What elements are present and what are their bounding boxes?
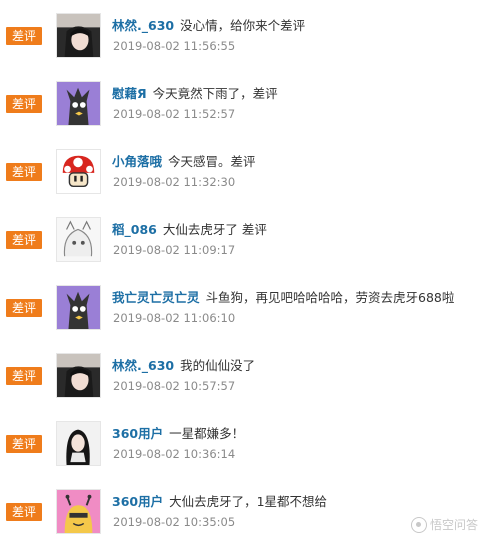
comment-text: 一星都嫌多！ — [169, 426, 245, 441]
comment-row: 差评 稻_086 大仙去虎牙了 差评 2019-08-02 11:09:17 — [0, 209, 486, 269]
comment-timestamp: 2019-08-02 11:52:57 — [113, 107, 236, 121]
girl-avatar-icon[interactable] — [56, 421, 101, 466]
negative-review-badge: 差评 — [6, 367, 42, 385]
purple-monster-avatar-icon[interactable] — [56, 81, 101, 126]
comment-timestamp: 2019-08-02 10:36:14 — [113, 447, 236, 461]
username-link[interactable]: 小角落哦 — [112, 154, 162, 169]
wukong-logo-icon — [410, 517, 427, 533]
comment-row: 差评 林然._630 没心情，给你来个差评 2019-08-02 11:56:55 — [0, 5, 486, 65]
username-link[interactable]: 慰藉Я — [112, 86, 147, 101]
comment-timestamp: 2019-08-02 10:57:57 — [113, 379, 236, 393]
watermark: 悟空问答 — [410, 516, 478, 533]
comment-text: 没心情，给你来个差评 — [180, 18, 306, 33]
watermark-text: 悟空问答 — [429, 517, 478, 532]
username-link[interactable]: 林然._630 — [112, 18, 174, 33]
comment-timestamp: 2019-08-02 11:09:17 — [113, 243, 236, 257]
comment-row: 差评 小角落哦 今天感冒。差评 2019-08-02 11:32:30 — [0, 141, 486, 201]
comment-text: 我的仙仙没了 — [180, 358, 256, 373]
username-link[interactable]: 360用户 — [112, 494, 163, 509]
negative-review-badge: 差评 — [6, 299, 42, 317]
negative-review-badge: 差评 — [6, 231, 42, 249]
negative-review-badge: 差评 — [6, 95, 42, 113]
sketch-avatar-icon[interactable] — [56, 217, 101, 262]
purple-monster-avatar-icon[interactable] — [56, 285, 101, 330]
photo-avatar-icon[interactable] — [56, 13, 101, 58]
negative-review-badge: 差评 — [6, 435, 42, 453]
comment-text: 斗鱼狗，再见吧哈哈哈哈，劳资去虎牙688啦 — [205, 290, 455, 305]
negative-review-badge: 差评 — [6, 503, 42, 521]
comment-timestamp: 2019-08-02 10:35:05 — [113, 515, 236, 529]
username-link[interactable]: 林然._630 — [112, 358, 174, 373]
comment-row: 差评 360用户 一星都嫌多！ 2019-08-02 10:36:14 — [0, 413, 486, 473]
negative-review-badge: 差评 — [6, 27, 42, 45]
comment-timestamp: 2019-08-02 11:32:30 — [113, 175, 236, 189]
pink-character-avatar-icon[interactable] — [56, 489, 101, 534]
comment-row: 差评 我亡灵亡灵亡灵 斗鱼狗，再见吧哈哈哈哈，劳资去虎牙688啦 2019-08-… — [0, 277, 486, 337]
comment-text: 今天感冒。差评 — [168, 154, 256, 169]
negative-review-badge: 差评 — [6, 163, 42, 181]
comment-timestamp: 2019-08-02 11:06:10 — [113, 311, 236, 325]
mushroom-avatar-icon[interactable] — [56, 149, 101, 194]
username-link[interactable]: 稻_086 — [112, 222, 157, 237]
comment-row: 差评 林然._630 我的仙仙没了 2019-08-02 10:57:57 — [0, 345, 486, 405]
comment-text: 大仙去虎牙了 差评 — [162, 222, 267, 237]
username-link[interactable]: 我亡灵亡灵亡灵 — [112, 290, 200, 305]
username-link[interactable]: 360用户 — [112, 426, 163, 441]
comment-row: 差评 慰藉Я 今天竟然下雨了，差评 2019-08-02 11:52:57 — [0, 73, 486, 133]
photo-avatar-icon[interactable] — [56, 353, 101, 398]
comment-timestamp: 2019-08-02 11:56:55 — [113, 39, 236, 53]
comment-text: 大仙去虎牙了，1星都不想给 — [169, 494, 328, 509]
comment-text: 今天竟然下雨了，差评 — [152, 86, 278, 101]
